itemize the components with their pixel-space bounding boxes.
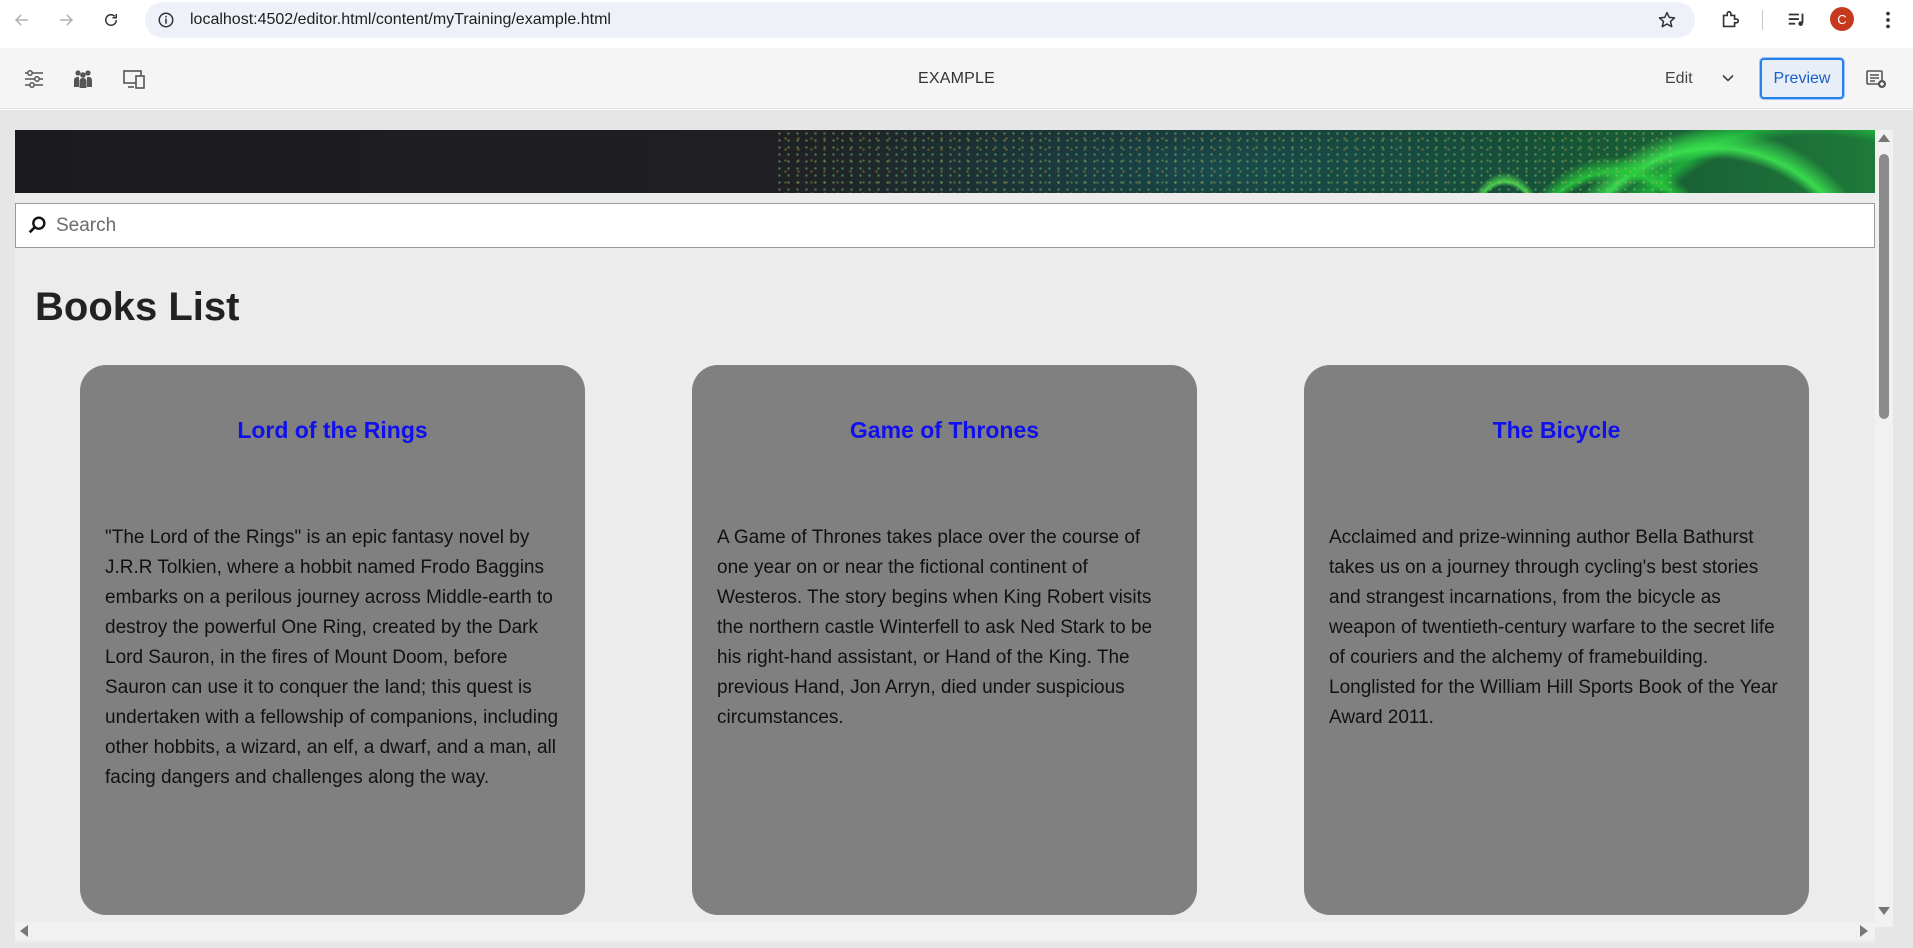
book-card: Lord of the Rings "The Lord of the Rings… xyxy=(80,365,585,915)
search-icon xyxy=(28,216,46,234)
mode-select-label[interactable]: Edit xyxy=(1665,70,1693,88)
page-frame: Books List Lord of the Rings "The Lord o… xyxy=(15,130,1875,943)
book-card: The Bicycle Acclaimed and prize-winning … xyxy=(1304,365,1809,915)
search-bar[interactable] xyxy=(15,203,1875,248)
annotations-icon[interactable] xyxy=(1863,66,1889,92)
scroll-down-arrow-icon[interactable] xyxy=(1878,907,1890,915)
reload-icon[interactable] xyxy=(95,4,127,36)
avatar[interactable]: C xyxy=(1830,7,1854,31)
extensions-icon[interactable] xyxy=(1718,8,1742,32)
info-icon[interactable] xyxy=(157,11,175,29)
scroll-right-arrow-icon[interactable] xyxy=(1860,925,1868,937)
book-title-link[interactable]: Lord of the Rings xyxy=(80,417,585,444)
horizontal-scrollbar[interactable] xyxy=(15,922,1875,940)
header-banner xyxy=(15,130,1875,193)
scroll-left-arrow-icon[interactable] xyxy=(20,925,28,937)
book-title-link[interactable]: Game of Thrones xyxy=(692,417,1197,444)
banner-pattern xyxy=(775,130,1675,193)
book-description: A Game of Thrones takes place over the c… xyxy=(717,527,1153,728)
address-bar[interactable]: localhost:4502/editor.html/content/myTra… xyxy=(145,2,1695,38)
media-queue-icon[interactable] xyxy=(1785,8,1809,32)
preview-button[interactable]: Preview xyxy=(1760,58,1844,99)
search-input[interactable] xyxy=(56,204,1856,247)
scrollbar-thumb[interactable] xyxy=(1879,154,1889,419)
toolbar-divider xyxy=(1762,10,1763,30)
page-heading: Books List xyxy=(35,285,240,329)
book-title-link[interactable]: The Bicycle xyxy=(1304,417,1809,444)
page-title: EXAMPLE xyxy=(918,70,995,87)
book-description: Acclaimed and prize-winning author Bella… xyxy=(1329,527,1778,728)
editor-toolbar: EXAMPLE Edit Preview xyxy=(0,48,1913,109)
back-arrow-icon[interactable] xyxy=(6,4,38,36)
chevron-down-icon[interactable] xyxy=(1717,67,1739,89)
forward-arrow-icon[interactable] xyxy=(50,4,82,36)
browser-toolbar: localhost:4502/editor.html/content/myTra… xyxy=(0,0,1913,40)
vertical-scrollbar[interactable] xyxy=(1875,130,1893,927)
star-icon[interactable] xyxy=(1657,10,1677,30)
url-text[interactable]: localhost:4502/editor.html/content/myTra… xyxy=(190,11,611,29)
book-card: Game of Thrones A Game of Thrones takes … xyxy=(692,365,1197,915)
scroll-up-arrow-icon[interactable] xyxy=(1878,134,1890,142)
book-description: "The Lord of the Rings" is an epic fanta… xyxy=(105,527,559,788)
more-vert-icon[interactable] xyxy=(1876,8,1900,32)
